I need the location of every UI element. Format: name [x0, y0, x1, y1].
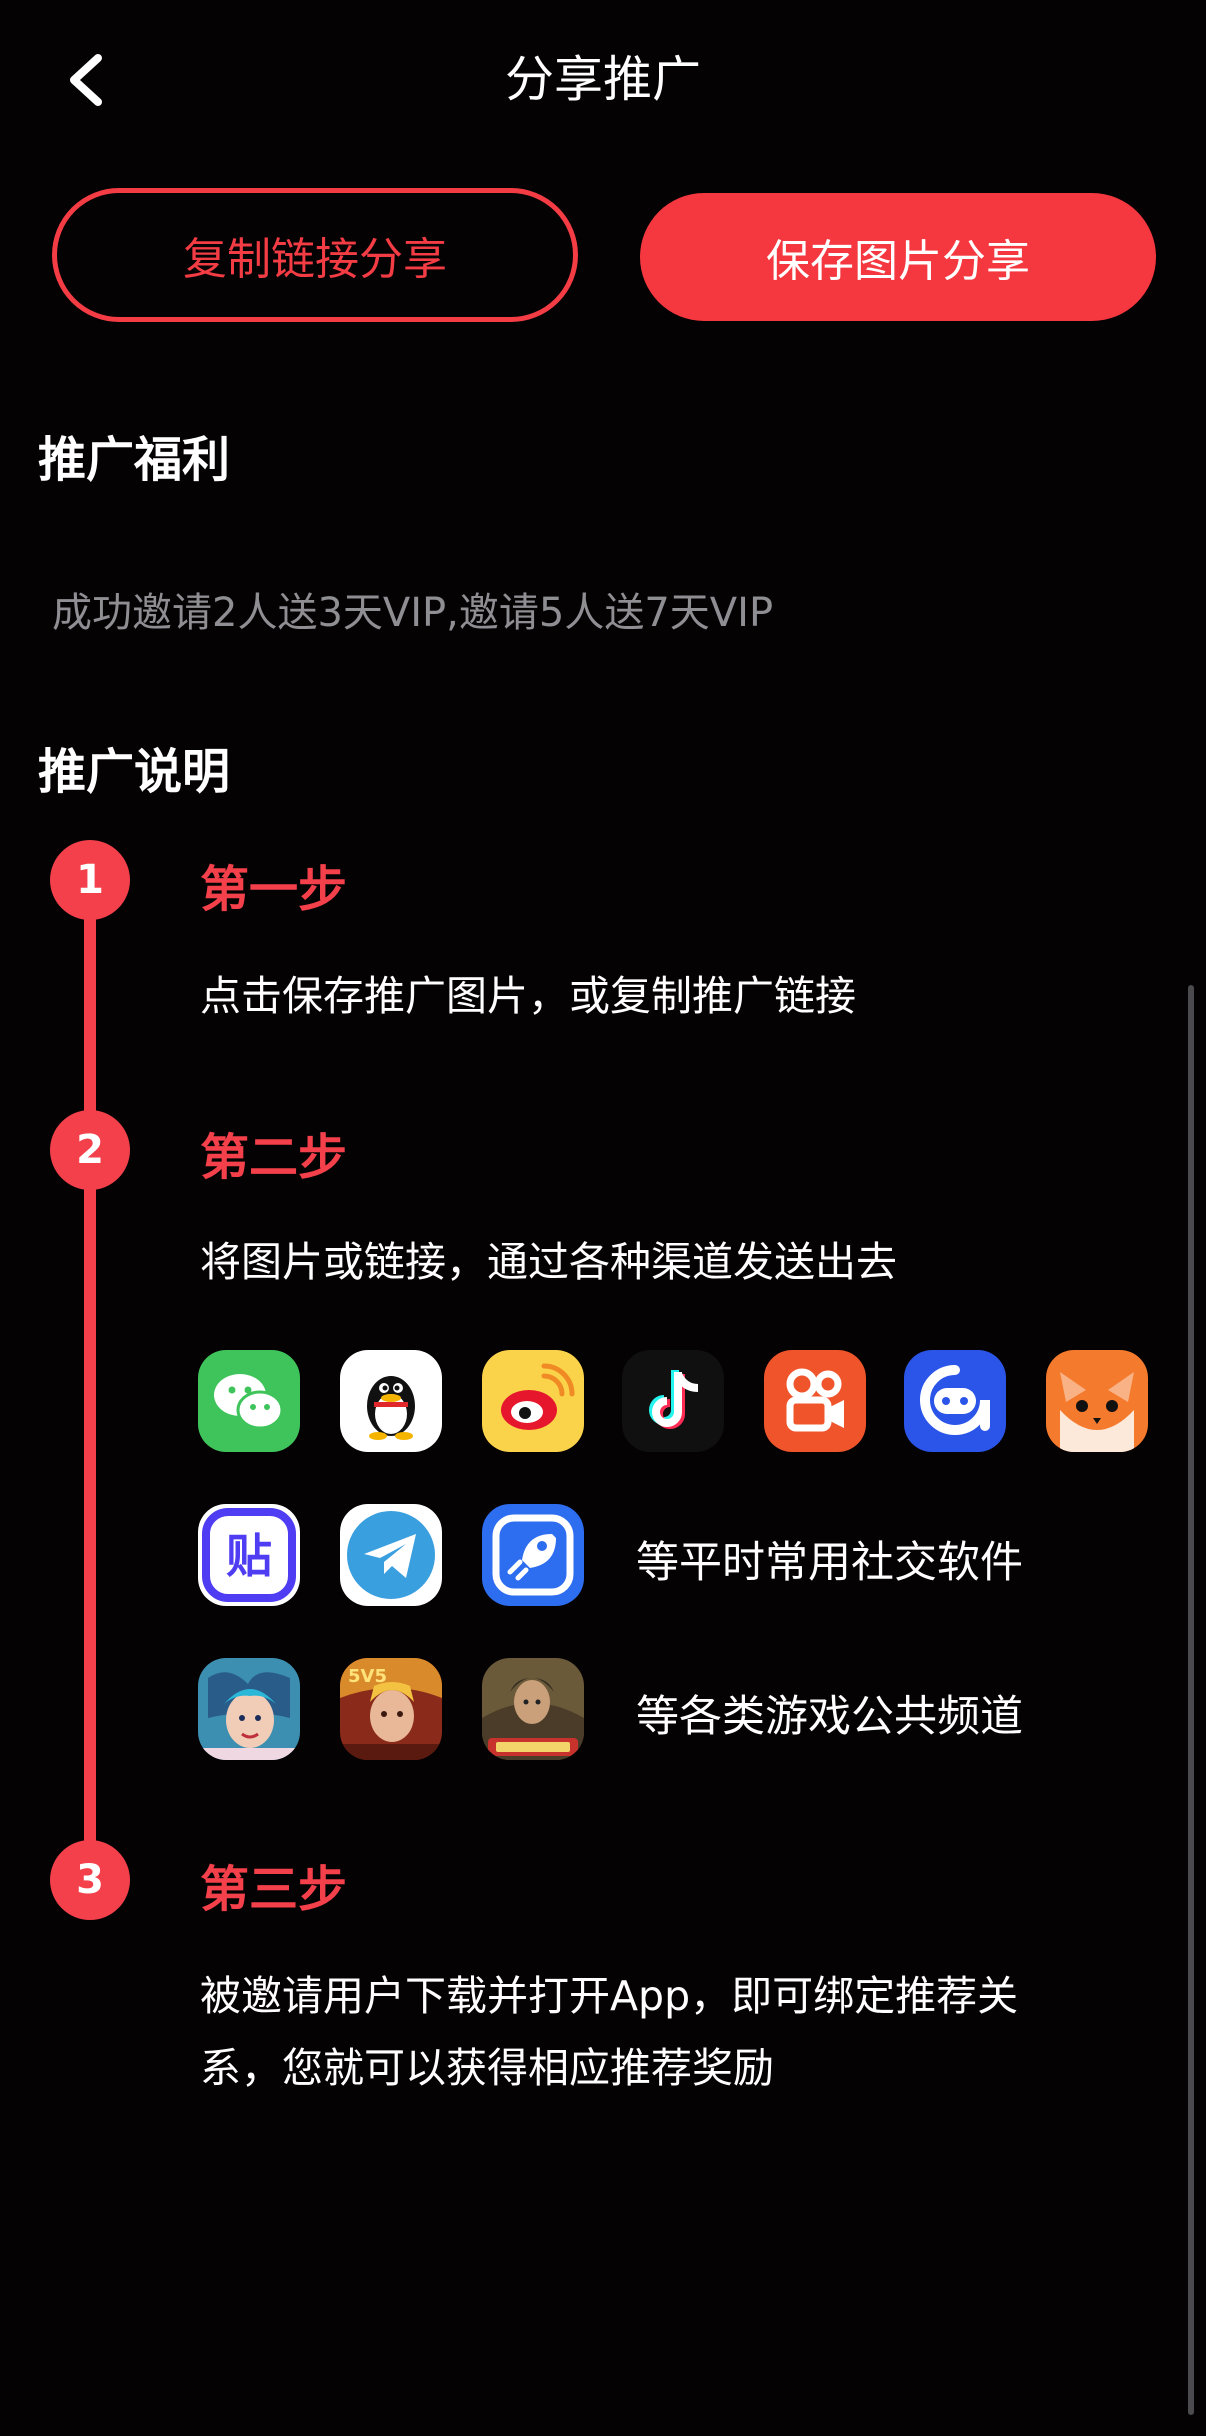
- game-icon-1[interactable]: [198, 1658, 300, 1760]
- step-2-title: 第二步: [200, 1129, 348, 1186]
- douyin-icon[interactable]: [622, 1350, 724, 1452]
- fox-app-icon[interactable]: [1046, 1350, 1148, 1452]
- save-image-share-label: 保存图片分享: [766, 236, 1030, 287]
- honor-of-kings-icon[interactable]: 5V5: [340, 1658, 442, 1760]
- step-3-badge: 3: [50, 1840, 130, 1920]
- back-button[interactable]: [50, 40, 130, 120]
- benefits-title: 推广福利: [38, 432, 231, 488]
- wechat-icon[interactable]: [198, 1350, 300, 1452]
- social-apps-label: 等平时常用社交软件: [636, 1538, 1023, 1588]
- scrollbar[interactable]: [1188, 985, 1194, 2415]
- copy-link-share-button[interactable]: 复制链接分享: [52, 188, 578, 322]
- game-channels-label: 等各类游戏公共频道: [636, 1692, 1023, 1742]
- copy-link-share-label: 复制链接分享: [183, 234, 447, 285]
- svg-text:贴: 贴: [226, 1529, 272, 1583]
- step-2-badge: 2: [50, 1110, 130, 1190]
- instructions-title: 推广说明: [38, 744, 231, 800]
- save-image-share-button[interactable]: 保存图片分享: [640, 193, 1156, 321]
- qq-icon[interactable]: [340, 1350, 442, 1452]
- kuaishou-icon[interactable]: [764, 1350, 866, 1452]
- step-1-title: 第一步: [200, 861, 348, 918]
- step-1-badge: 1: [50, 840, 130, 920]
- step-3-desc-line2: 系，您就可以获得相应推荐奖励: [200, 2044, 774, 2092]
- tieba-icon[interactable]: 贴: [198, 1504, 300, 1606]
- benefits-text: 成功邀请2人送3天VIP,邀请5人送7天VIP: [52, 590, 774, 636]
- chevron-left-icon: [70, 54, 102, 106]
- soul-icon[interactable]: [904, 1350, 1006, 1452]
- step-2-desc: 将图片或链接，通过各种渠道发送出去: [200, 1238, 897, 1286]
- telegram-icon[interactable]: [340, 1504, 442, 1606]
- weibo-icon[interactable]: [482, 1350, 584, 1452]
- svg-text:5V5: 5V5: [348, 1666, 387, 1687]
- pubg-icon[interactable]: [482, 1658, 584, 1760]
- timeline-line: [84, 880, 96, 1880]
- step-3-title: 第三步: [200, 1861, 348, 1918]
- step-1-desc: 点击保存推广图片，或复制推广链接: [200, 972, 856, 1020]
- rocket-app-icon[interactable]: [482, 1504, 584, 1606]
- step-3-desc-line1: 被邀请用户下载并打开App，即可绑定推荐关: [200, 1972, 1019, 2020]
- page-title: 分享推广: [504, 51, 701, 108]
